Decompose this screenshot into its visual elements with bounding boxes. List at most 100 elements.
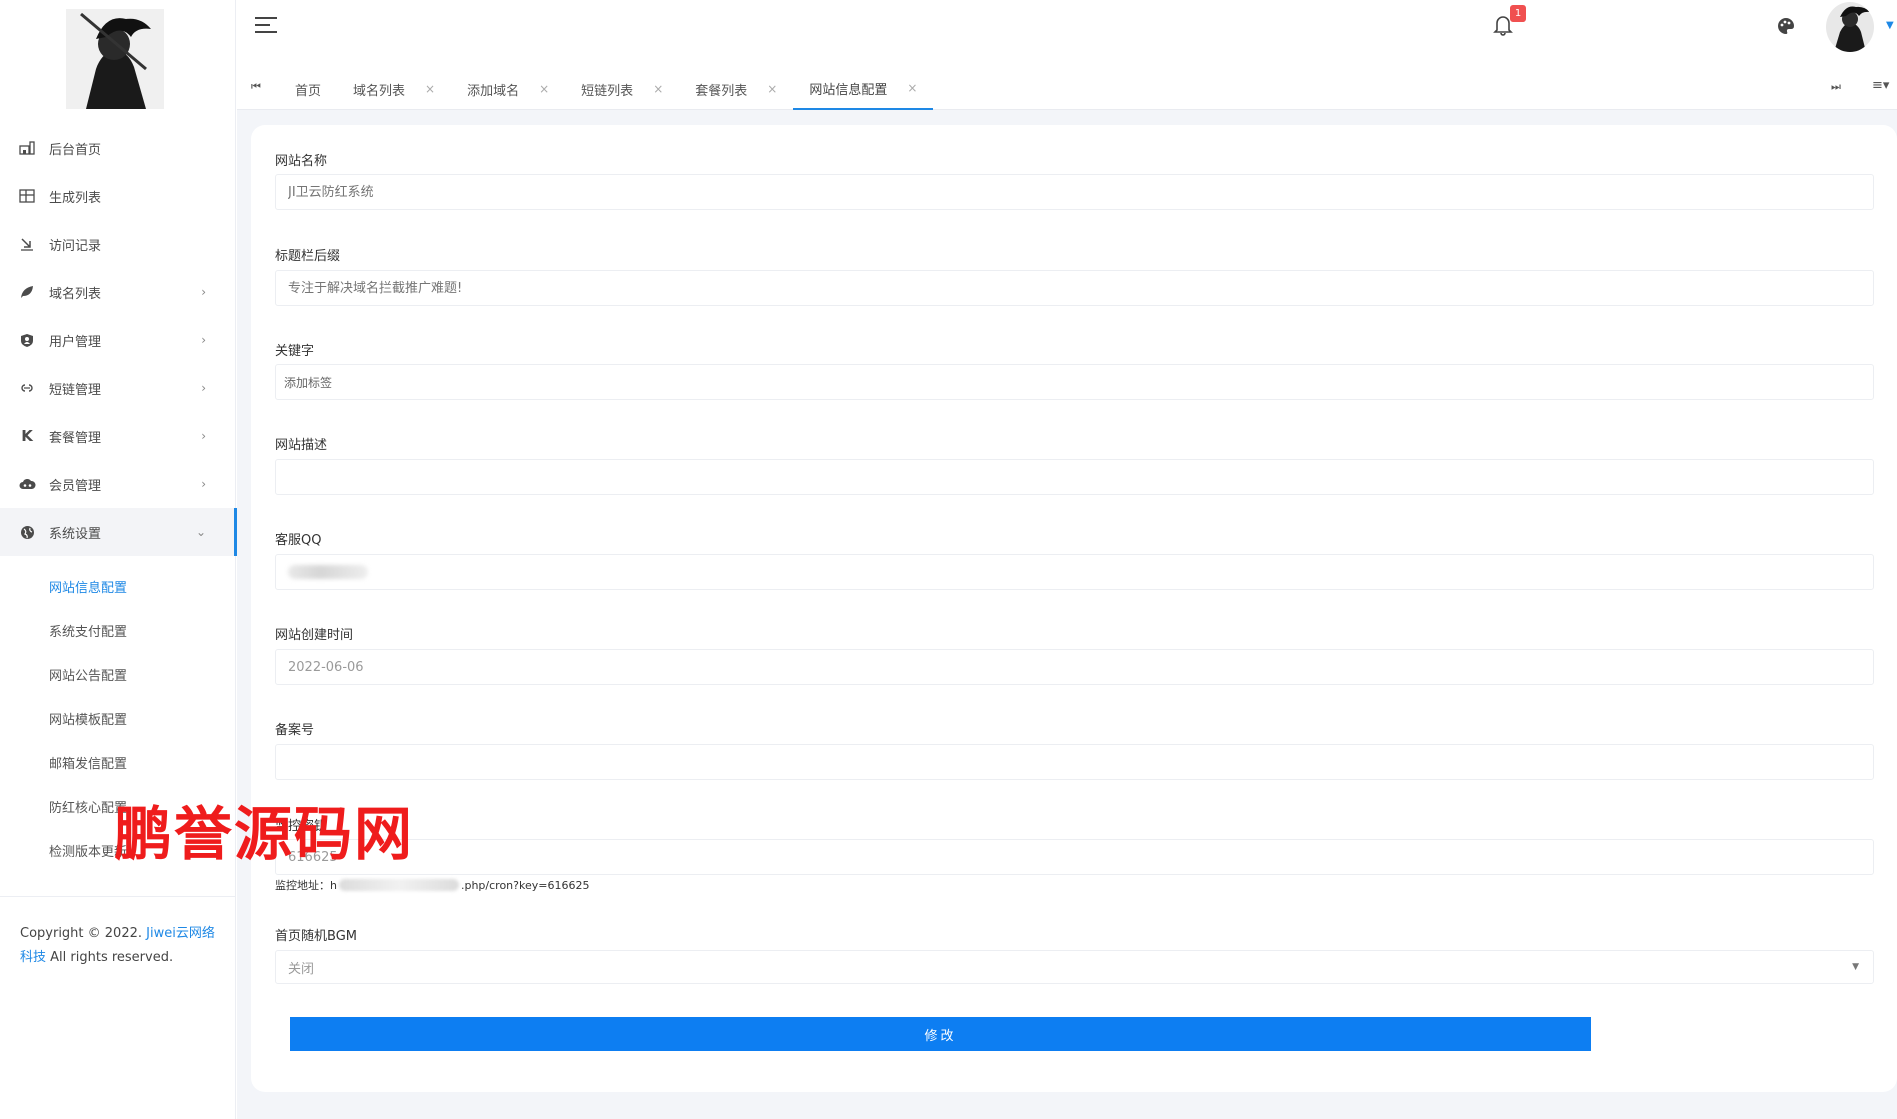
icp-input[interactable]: [275, 744, 1874, 780]
submit-button[interactable]: 修改: [290, 1017, 1591, 1051]
monitor-url: 监控地址：h .php/cron?key=616625: [275, 877, 589, 893]
keywords-label: 关键字: [275, 344, 315, 359]
tabs-bar: ⏮ 首页 域名列表 × 添加域名 × 短链列表 × 套餐列表 × 网站信息配置 × ⏭ ≡…: [237, 68, 1897, 110]
sidebar-item-label: 用户管理: [49, 334, 102, 350]
title-suffix-input[interactable]: [275, 270, 1874, 306]
arrow-in-icon: [18, 235, 36, 253]
tab-label: 域名列表: [353, 83, 406, 99]
notification-badge: 1: [1510, 5, 1526, 22]
cloud-icon: [18, 475, 36, 493]
chevron-right-icon: ›: [201, 381, 206, 395]
icp-label: 备案号: [275, 723, 315, 738]
avatar-dropdown-caret-icon[interactable]: ▼: [1886, 20, 1894, 31]
chevron-right-icon: ›: [201, 477, 206, 491]
user-avatar[interactable]: [1826, 2, 1874, 52]
close-icon[interactable]: ×: [425, 82, 435, 96]
keywords-tag-input[interactable]: 添加标签: [275, 364, 1874, 400]
monitor-url-prefix: 监控地址：h: [275, 879, 337, 892]
close-icon[interactable]: ×: [907, 81, 917, 95]
grid-icon: [18, 187, 36, 205]
tab-package-list[interactable]: 套餐列表 ×: [679, 68, 793, 110]
submenu-site-info-config[interactable]: 网站信息配置: [0, 564, 236, 608]
sidebar-item-member-management[interactable]: 会员管理 ›: [0, 460, 236, 508]
sidebar-item-label: 访问记录: [49, 238, 102, 254]
chain-icon: [18, 379, 36, 397]
monitor-url-suffix: .php/cron?key=616625: [460, 878, 590, 892]
bgm-select[interactable]: 关闭 ▼: [275, 950, 1874, 984]
sidebar-item-user-management[interactable]: 用户管理 ›: [0, 316, 236, 364]
tab-label: 添加域名: [467, 83, 520, 99]
redacted-qq-value: [288, 565, 368, 579]
description-label: 网站描述: [275, 438, 328, 453]
sidebar-item-label: 短链管理: [49, 382, 102, 398]
tabs-scroll-left-icon[interactable]: ⏮: [251, 80, 261, 94]
tab-label: 套餐列表: [695, 83, 748, 99]
palette-icon[interactable]: [1776, 16, 1796, 36]
tabs-menu-icon[interactable]: ≡▾: [1872, 78, 1889, 93]
bgm-label: 首页随机BGM: [275, 929, 357, 944]
chevron-right-icon: ›: [201, 333, 206, 347]
tab-list: 首页 域名列表 × 添加域名 × 短链列表 × 套餐列表 × 网站信息配置 ×: [279, 68, 934, 110]
copyright-prefix: Copyright © 2022.: [20, 926, 147, 941]
monitor-key-input[interactable]: [275, 839, 1874, 875]
sidebar-item-label: 域名列表: [49, 286, 102, 302]
tab-label: 首页: [295, 83, 322, 99]
keywords-placeholder: 添加标签: [284, 375, 333, 390]
tab-home[interactable]: 首页: [279, 68, 337, 110]
submenu-payment-config[interactable]: 系统支付配置: [0, 608, 236, 652]
k-icon: K: [21, 427, 33, 445]
tab-add-domain[interactable]: 添加域名 ×: [451, 68, 565, 110]
submenu-announcement-config[interactable]: 网站公告配置: [0, 652, 236, 696]
site-name-input[interactable]: [275, 174, 1874, 210]
site-name-label: 网站名称: [275, 154, 328, 169]
redacted-domain: [338, 879, 459, 891]
watermark-text: 鹏誉源码网: [114, 800, 415, 868]
site-logo[interactable]: [66, 9, 164, 109]
sidebar-item-label: 套餐管理: [49, 430, 102, 446]
chevron-right-icon: ›: [201, 429, 206, 443]
sidebar-item-dashboard[interactable]: 后台首页: [0, 124, 236, 172]
sidebar-divider: [0, 896, 236, 897]
tab-domain-list[interactable]: 域名列表 ×: [337, 68, 451, 110]
title-suffix-label: 标题栏后缀: [275, 249, 341, 264]
menu-toggle-icon[interactable]: [255, 17, 277, 37]
top-header: [237, 0, 1897, 56]
tab-site-info-config[interactable]: 网站信息配置 ×: [793, 68, 934, 110]
tabs-scroll-right-icon[interactable]: ⏭: [1831, 80, 1841, 94]
submenu-mail-config[interactable]: 邮箱发信配置: [0, 740, 236, 784]
close-icon[interactable]: ×: [539, 82, 549, 96]
leaf-icon: [18, 283, 36, 301]
close-icon[interactable]: ×: [767, 82, 777, 96]
sidebar-item-label: 生成列表: [49, 190, 102, 206]
submenu-template-config[interactable]: 网站模板配置: [0, 696, 236, 740]
home-chart-icon: [18, 139, 36, 157]
select-caret-icon: ▼: [1852, 962, 1859, 972]
sidebar-item-domain-list[interactable]: 域名列表 ›: [0, 268, 236, 316]
sidebar-item-shortlink-management[interactable]: 短链管理 ›: [0, 364, 236, 412]
chevron-down-icon: ⌄: [195, 525, 206, 539]
description-input[interactable]: [275, 459, 1874, 495]
chevron-right-icon: ›: [201, 285, 206, 299]
sidebar-item-visit-log[interactable]: 访问记录: [0, 220, 236, 268]
tab-label: 短链列表: [581, 83, 634, 99]
created-date-label: 网站创建时间: [275, 628, 354, 643]
close-icon[interactable]: ×: [653, 82, 663, 96]
sidebar-menu: 后台首页 生成列表 访问记录 域名列表 › 用户管理 › 短链管理 › K 套餐…: [0, 124, 237, 872]
bgm-selected-value: 关闭: [288, 961, 315, 977]
sidebar: 后台首页 生成列表 访问记录 域名列表 › 用户管理 › 短链管理 › K 套餐…: [0, 0, 237, 1119]
globe-icon: [18, 523, 36, 541]
sidebar-item-label: 会员管理: [49, 478, 102, 494]
sidebar-item-package-management[interactable]: K 套餐管理 ›: [0, 412, 236, 460]
sidebar-item-system-settings[interactable]: 系统设置 ⌄: [0, 508, 237, 556]
sidebar-item-label: 后台首页: [49, 142, 102, 158]
sidebar-item-generate-list[interactable]: 生成列表: [0, 172, 236, 220]
copyright-text: Copyright © 2022. Jiwei云网络科技 All rights …: [20, 922, 220, 970]
service-qq-label: 客服QQ: [275, 533, 322, 548]
created-date-input[interactable]: [275, 649, 1874, 685]
shield-user-icon: [18, 331, 36, 349]
tab-shortlink-list[interactable]: 短链列表 ×: [565, 68, 679, 110]
tab-label: 网站信息配置: [809, 82, 888, 98]
service-qq-input[interactable]: [275, 554, 1874, 590]
sidebar-item-label: 系统设置: [49, 526, 102, 542]
copyright-suffix: All rights reserved.: [46, 950, 174, 965]
